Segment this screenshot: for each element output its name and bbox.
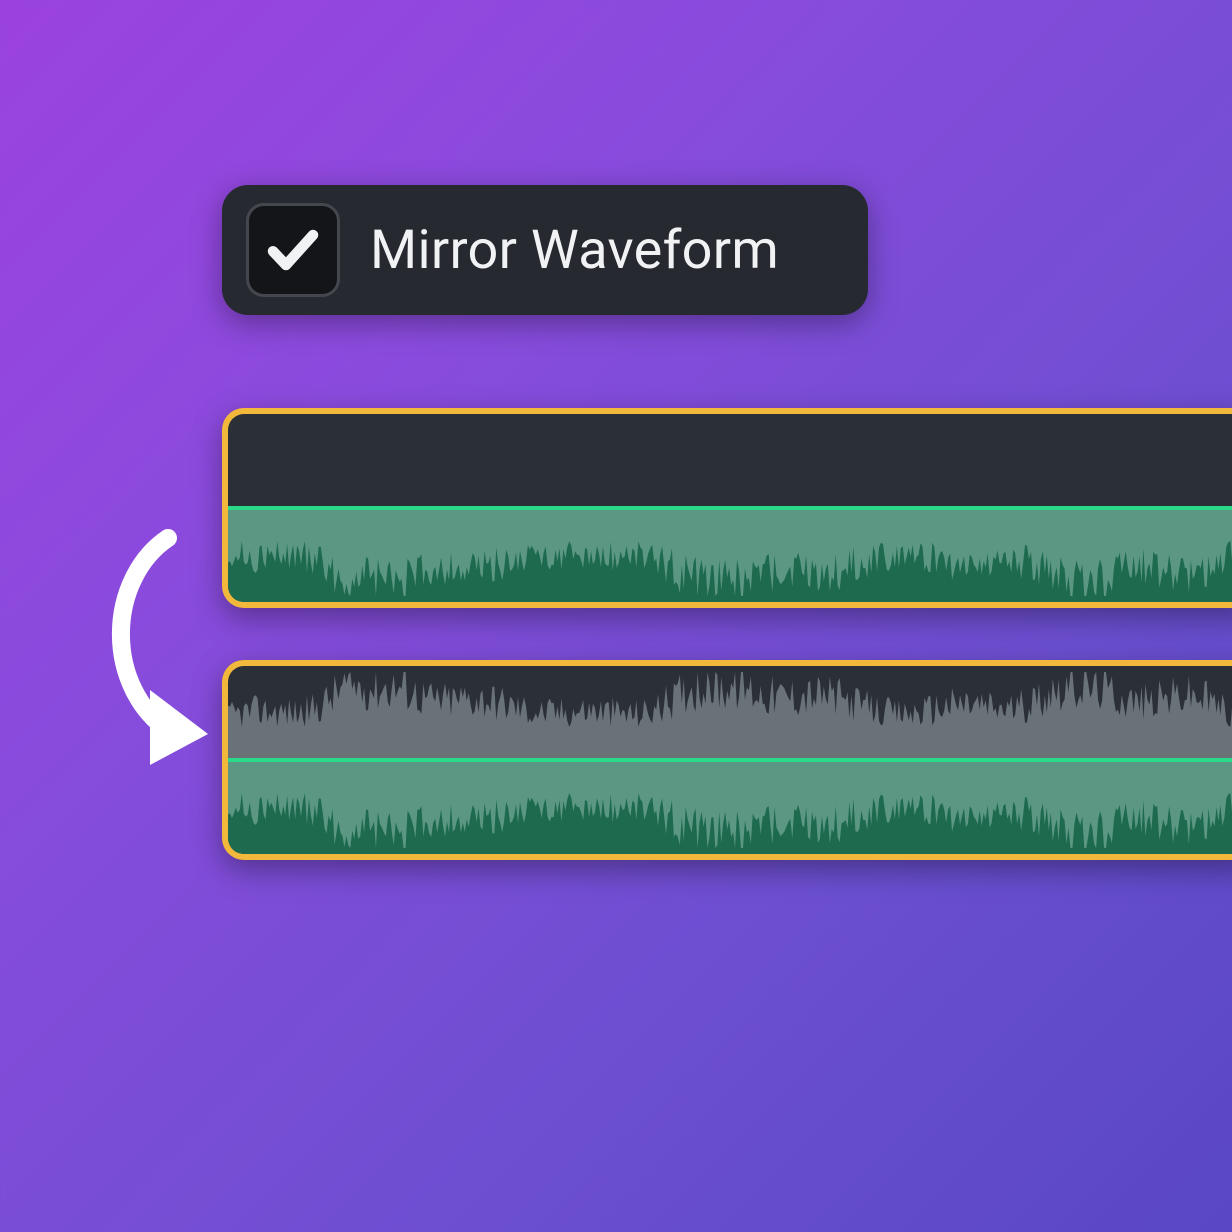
checkmark-icon [263,220,323,280]
mirror-waveform-label: Mirror Waveform [370,219,779,282]
waveform-track-before [222,408,1232,608]
mirror-waveform-checkbox[interactable] [246,203,340,297]
mirror-waveform-setting[interactable]: Mirror Waveform [222,185,868,315]
waveform-centerline [228,506,1232,510]
waveform-track-after [222,660,1232,860]
waveform-centerline [228,758,1232,762]
transform-arrow-icon [58,530,238,770]
